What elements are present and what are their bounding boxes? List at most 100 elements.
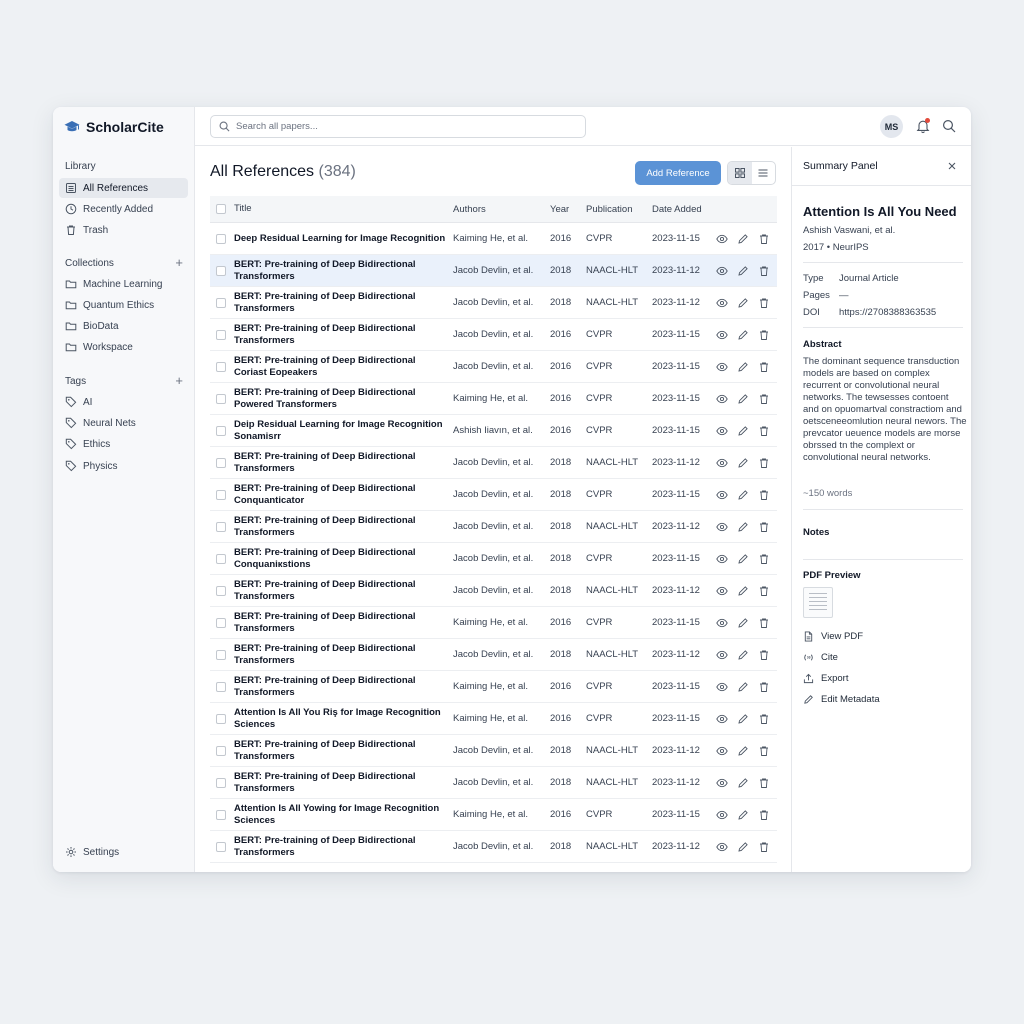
row-checkbox[interactable] <box>216 521 226 532</box>
row-checkbox[interactable] <box>216 393 226 404</box>
table-row[interactable]: BERT: Pre-training of Deep Bidirectional… <box>210 319 777 351</box>
doi-value[interactable]: https://2708388363535 <box>839 307 936 318</box>
pdf-thumbnail[interactable] <box>803 587 833 618</box>
edit-metadata-button[interactable]: Edit Metadata <box>803 694 880 705</box>
row-title[interactable]: BERT: Pre-training of Deep Bidirectional… <box>234 643 446 667</box>
view-icon[interactable] <box>716 393 728 405</box>
delete-icon[interactable] <box>758 425 770 437</box>
row-checkbox[interactable] <box>216 425 226 436</box>
row-checkbox[interactable] <box>216 745 226 756</box>
edit-icon[interactable] <box>737 713 749 725</box>
view-pdf-button[interactable]: View PDF <box>803 631 863 642</box>
view-icon[interactable] <box>716 617 728 629</box>
view-icon[interactable] <box>716 745 728 757</box>
view-icon[interactable] <box>716 649 728 661</box>
view-icon[interactable] <box>716 265 728 277</box>
row-checkbox[interactable] <box>216 457 226 468</box>
row-title[interactable]: BERT: Pre-training of Deep Bidirectional… <box>234 323 446 347</box>
column-date-added[interactable]: Date Added <box>652 204 714 215</box>
tag-item[interactable]: AI <box>59 392 188 412</box>
edit-icon[interactable] <box>737 553 749 565</box>
edit-icon[interactable] <box>737 233 749 245</box>
delete-icon[interactable] <box>758 681 770 693</box>
row-checkbox[interactable] <box>216 329 226 340</box>
delete-icon[interactable] <box>758 745 770 757</box>
row-title[interactable]: BERT: Pre-training of Deep Bidirectional… <box>234 835 446 859</box>
edit-icon[interactable] <box>737 681 749 693</box>
edit-icon[interactable] <box>737 585 749 597</box>
edit-icon[interactable] <box>737 617 749 629</box>
view-icon[interactable] <box>716 233 728 245</box>
table-row[interactable]: BERT: Pre-training of Deep Bidirectional… <box>210 607 777 639</box>
delete-icon[interactable] <box>758 809 770 821</box>
delete-icon[interactable] <box>758 617 770 629</box>
row-title[interactable]: BERT: Pre-training of Deep Bidirectional… <box>234 291 446 315</box>
select-all-checkbox[interactable] <box>216 204 226 214</box>
row-title[interactable]: BERT: Pre-training of Deep Bidirectional… <box>234 739 446 763</box>
add-collection-icon[interactable]: + <box>175 256 183 269</box>
row-title[interactable]: BERT: Pre-training of Deep Bidirectional… <box>234 771 446 795</box>
add-tag-icon[interactable]: + <box>175 374 183 387</box>
view-icon[interactable] <box>716 329 728 341</box>
delete-icon[interactable] <box>758 489 770 501</box>
row-checkbox[interactable] <box>216 649 226 660</box>
header-search-button[interactable] <box>942 119 956 133</box>
close-panel-button[interactable] <box>946 159 958 171</box>
settings-button[interactable]: Settings <box>59 842 188 862</box>
row-title[interactable]: BERT: Pre-training of Deep Bidirectional… <box>234 515 446 539</box>
delete-icon[interactable] <box>758 265 770 277</box>
sidebar-item-trash[interactable]: Trash <box>59 220 188 240</box>
row-checkbox[interactable] <box>216 713 226 724</box>
row-checkbox[interactable] <box>216 265 226 276</box>
edit-icon[interactable] <box>737 457 749 469</box>
table-row[interactable]: Attention Is All Yowing for Image Recogn… <box>210 799 777 831</box>
delete-icon[interactable] <box>758 713 770 725</box>
delete-icon[interactable] <box>758 361 770 373</box>
grid-view-button[interactable] <box>728 162 752 184</box>
row-checkbox[interactable] <box>216 233 226 244</box>
sidebar-item-all-references[interactable]: All References <box>59 178 188 198</box>
row-checkbox[interactable] <box>216 809 226 820</box>
collection-item[interactable]: Workspace <box>59 337 188 357</box>
row-title[interactable]: BERT: Pre-training of Deep Bidirectional… <box>234 547 446 571</box>
view-icon[interactable] <box>716 425 728 437</box>
view-icon[interactable] <box>716 777 728 789</box>
table-row[interactable]: BERT: Pre-training of Deep Bidirectional… <box>210 543 777 575</box>
delete-icon[interactable] <box>758 297 770 309</box>
table-row[interactable]: BERT: Pre-training of Deep Bidirectional… <box>210 671 777 703</box>
export-button[interactable]: Export <box>803 673 848 684</box>
edit-icon[interactable] <box>737 489 749 501</box>
row-title[interactable]: BERT: Pre-training of Deep Bidirectional… <box>234 611 446 635</box>
row-checkbox[interactable] <box>216 841 226 852</box>
view-icon[interactable] <box>716 457 728 469</box>
row-title[interactable]: Deep Residual Learning for Image Recogni… <box>234 233 446 245</box>
view-icon[interactable] <box>716 297 728 309</box>
table-row[interactable]: BERT: Pre-training of Deep Bidirectional… <box>210 383 777 415</box>
tag-item[interactable]: Neural Nets <box>59 413 188 433</box>
view-icon[interactable] <box>716 713 728 725</box>
view-icon[interactable] <box>716 489 728 501</box>
delete-icon[interactable] <box>758 553 770 565</box>
app-logo[interactable]: ScholarCite <box>64 119 164 135</box>
row-checkbox[interactable] <box>216 297 226 308</box>
table-row[interactable]: BERT: Pre-training of Deep Bidirectional… <box>210 255 777 287</box>
avatar[interactable]: MS <box>880 115 903 138</box>
table-row[interactable]: Attention Is All You Riş for Image Recog… <box>210 703 777 735</box>
row-checkbox[interactable] <box>216 617 226 628</box>
edit-icon[interactable] <box>737 745 749 757</box>
row-checkbox[interactable] <box>216 361 226 372</box>
collection-item[interactable]: BioData <box>59 316 188 336</box>
view-icon[interactable] <box>716 585 728 597</box>
row-title[interactable]: Deip Residual Learning for Image Recogni… <box>234 419 446 443</box>
notifications-button[interactable] <box>915 118 931 134</box>
sidebar-item-recently-added[interactable]: Recently Added <box>59 199 188 219</box>
delete-icon[interactable] <box>758 521 770 533</box>
view-icon[interactable] <box>716 553 728 565</box>
edit-icon[interactable] <box>737 521 749 533</box>
search-input[interactable] <box>236 121 566 132</box>
table-row[interactable]: BERT: Pre-training of Deep Bidirectional… <box>210 351 777 383</box>
delete-icon[interactable] <box>758 841 770 853</box>
collection-item[interactable]: Machine Learning <box>59 274 188 294</box>
column-publication[interactable]: Publication <box>586 204 650 215</box>
table-row[interactable]: BERT: Pre-training of Deep Bidirectional… <box>210 479 777 511</box>
